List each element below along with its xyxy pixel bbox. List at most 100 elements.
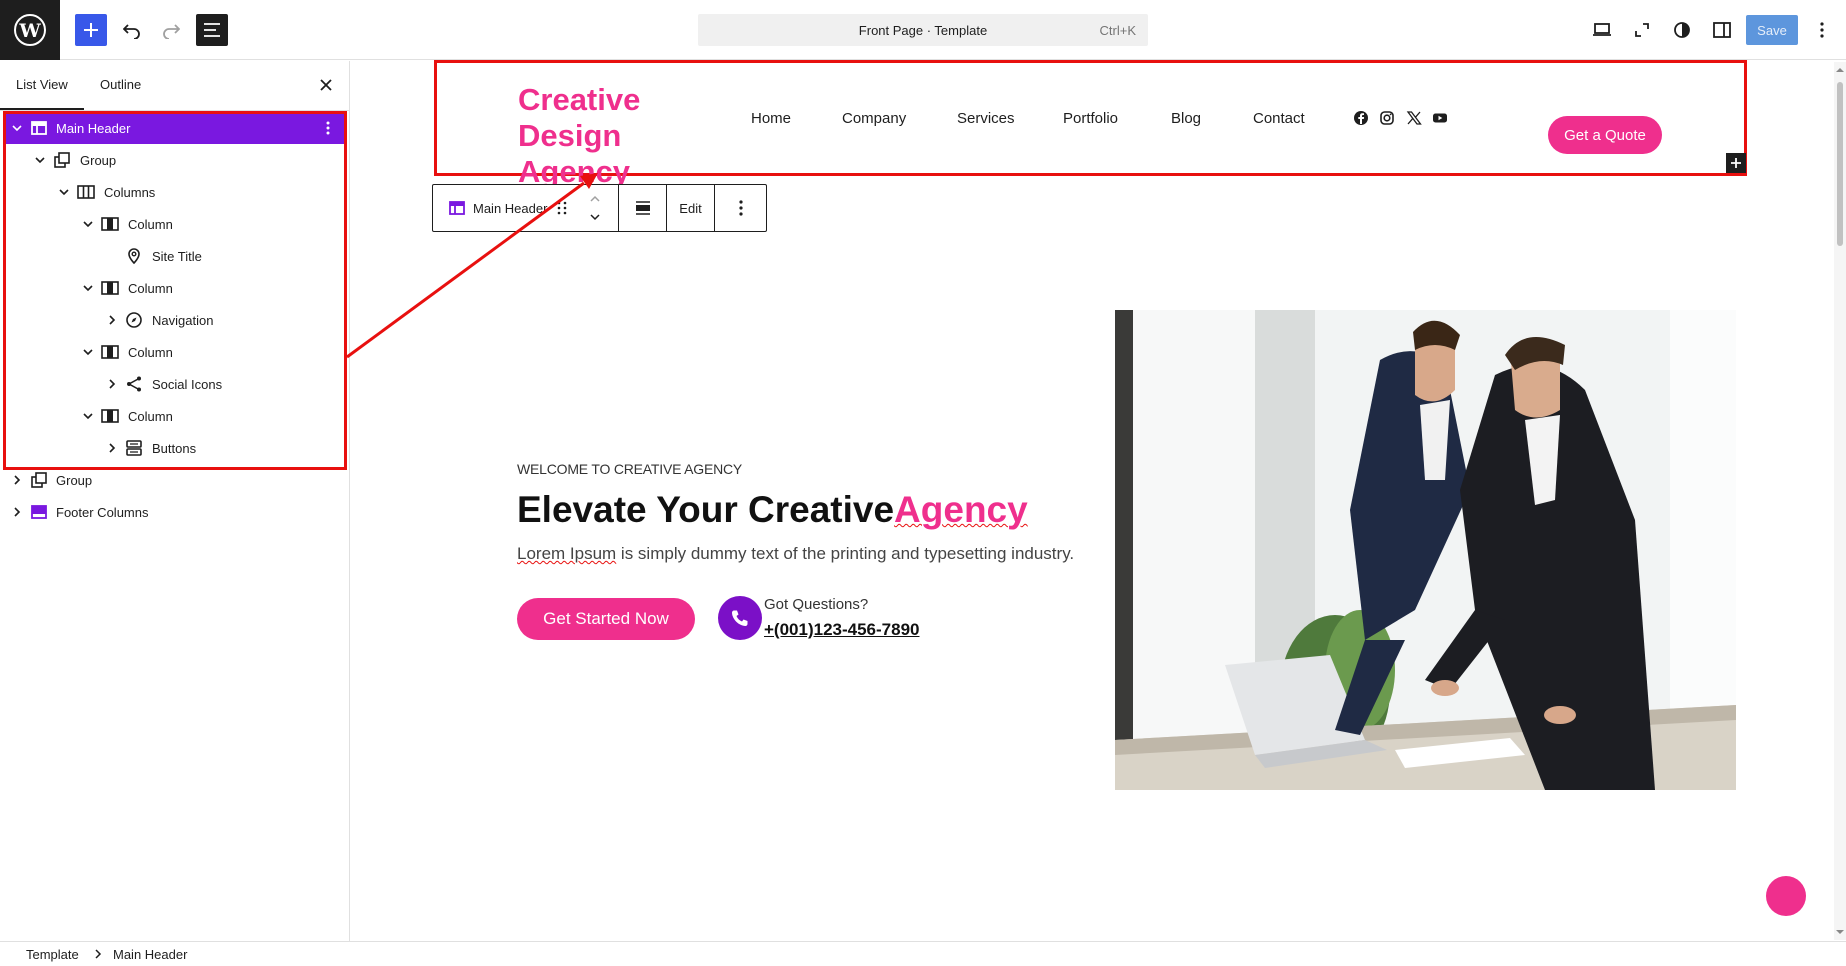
tree-item-site-title[interactable]: Site Title: [6, 240, 344, 272]
tab-list-view[interactable]: List View: [16, 77, 68, 92]
tree-item-group[interactable]: Group: [6, 464, 344, 496]
tree-item-group[interactable]: Group: [6, 144, 344, 176]
get-quote-button[interactable]: Get a Quote: [1548, 116, 1662, 154]
tab-outline[interactable]: Outline: [100, 77, 141, 92]
options-button[interactable]: [1806, 14, 1838, 46]
chevron-down-icon[interactable]: [81, 281, 95, 295]
svg-text:W: W: [18, 20, 41, 42]
plus-icon: [1731, 158, 1741, 168]
undo-button[interactable]: [116, 14, 148, 46]
save-button[interactable]: Save: [1746, 15, 1798, 45]
styles-button[interactable]: [1666, 14, 1698, 46]
tree-item-social-icons[interactable]: Social Icons: [6, 368, 344, 400]
tree-item-label: Column: [128, 281, 173, 296]
settings-sidebar-button[interactable]: [1706, 14, 1738, 46]
nav-link-services[interactable]: Services: [957, 110, 1015, 127]
canvas-scrollbar[interactable]: [1834, 62, 1846, 940]
tree-item-column[interactable]: Column: [6, 336, 344, 368]
edit-button[interactable]: Edit: [667, 185, 715, 231]
facebook-icon[interactable]: [1353, 110, 1369, 126]
chevron-right-icon[interactable]: [10, 473, 24, 487]
desktop-icon: [1593, 23, 1611, 36]
tree-item-columns[interactable]: Columns: [6, 176, 344, 208]
map-pin-icon: [128, 248, 140, 265]
nav-link-blog[interactable]: Blog: [1171, 110, 1201, 127]
tree-item-label: Group: [80, 153, 117, 168]
wordpress-logo-button[interactable]: W: [0, 0, 60, 60]
scrollbar-thumb[interactable]: [1837, 82, 1843, 246]
tree-item-navigation[interactable]: Navigation: [6, 304, 344, 336]
chevron-right-icon[interactable]: [105, 313, 119, 327]
get-started-button[interactable]: Get Started Now: [517, 598, 695, 640]
chevron-right-icon[interactable]: [105, 377, 119, 391]
align-button[interactable]: [619, 185, 667, 231]
chevron-down-icon[interactable]: [10, 121, 24, 135]
breadcrumb-template[interactable]: Template: [26, 947, 79, 962]
floating-action-button[interactable]: [1766, 876, 1806, 916]
hero-photo-two-businessmen[interactable]: [1115, 310, 1736, 790]
tree-item-label: Main Header: [56, 121, 131, 136]
chevron-right-icon[interactable]: [10, 505, 24, 519]
drag-handle-icon[interactable]: [555, 200, 569, 216]
plus-icon: [84, 23, 98, 37]
scroll-down-arrow-icon[interactable]: [1836, 928, 1844, 936]
chevron-down-icon[interactable]: [81, 345, 95, 359]
shortcut-hint: Ctrl+K: [1099, 23, 1136, 38]
block-options-button[interactable]: [715, 185, 767, 231]
close-sidebar-button[interactable]: [316, 75, 336, 95]
phone-number-link[interactable]: +(001)123-456-7890: [764, 620, 919, 640]
block-toolbar: Main Header Edit: [432, 184, 767, 232]
chevron-down-icon[interactable]: [81, 217, 95, 231]
chevron-down-icon[interactable]: [33, 153, 47, 167]
chevron-right-icon[interactable]: [105, 441, 119, 455]
chevron-down-icon[interactable]: [589, 212, 601, 222]
tree-item-label: Column: [128, 345, 173, 360]
list-view-sidebar: List View Outline Main Header Group Colu…: [0, 61, 350, 941]
preview-device-button[interactable]: [1586, 14, 1618, 46]
block-inserter-button[interactable]: [75, 14, 107, 46]
chevron-down-icon[interactable]: [57, 185, 71, 199]
phone-icon: [732, 610, 748, 626]
instagram-icon[interactable]: [1379, 110, 1395, 126]
tree-item-column[interactable]: Column: [6, 272, 344, 304]
more-vertical-icon: [739, 200, 743, 216]
tree-item-column[interactable]: Column: [6, 208, 344, 240]
tree-item-column[interactable]: Column: [6, 400, 344, 432]
redo-button[interactable]: [155, 14, 187, 46]
youtube-icon[interactable]: [1432, 110, 1448, 126]
tree-item-label: Group: [56, 473, 93, 488]
columns-icon: [77, 185, 95, 199]
column-icon: [101, 409, 119, 423]
tree-item-label: Column: [128, 217, 173, 232]
wordpress-icon: W: [14, 14, 46, 46]
command-palette-button[interactable]: Front Page · Template Ctrl+K: [698, 14, 1148, 46]
tree-item-label: Column: [128, 409, 173, 424]
select-parent-block-button[interactable]: Main Header: [433, 185, 619, 231]
nav-link-company[interactable]: Company: [842, 110, 906, 127]
tree-item-label: Social Icons: [152, 377, 223, 392]
tree-item-footer-columns[interactable]: Footer Columns: [6, 496, 344, 528]
document-overview-button[interactable]: [196, 14, 228, 46]
site-title[interactable]: Creative Design Agency: [518, 82, 738, 190]
compass-icon: [126, 312, 142, 328]
nav-link-contact[interactable]: Contact: [1253, 110, 1305, 127]
more-vertical-icon[interactable]: [320, 120, 336, 136]
hero-heading-main: Elevate Your Creative: [517, 489, 895, 530]
hero-heading: Elevate Your CreativeAgency: [517, 489, 1028, 531]
tree-item-label: Buttons: [152, 441, 197, 456]
active-tab-indicator: [0, 108, 84, 110]
x-icon[interactable]: [1406, 110, 1422, 126]
tree-item-main-header[interactable]: Main Header: [6, 112, 344, 144]
fullscreen-button[interactable]: [1626, 14, 1658, 46]
fullscreen-icon: [1635, 23, 1649, 37]
chevron-up-icon[interactable]: [589, 194, 601, 204]
scroll-up-arrow-icon[interactable]: [1836, 66, 1844, 74]
nav-link-home[interactable]: Home: [751, 110, 791, 127]
block-appender-button[interactable]: [1726, 153, 1746, 173]
hero-eyebrow: WELCOME TO CREATIVE AGENCY: [517, 461, 743, 477]
column-icon: [101, 281, 119, 295]
share-icon: [127, 376, 141, 392]
tree-item-buttons[interactable]: Buttons: [6, 432, 344, 464]
nav-link-portfolio[interactable]: Portfolio: [1063, 110, 1118, 127]
chevron-down-icon[interactable]: [81, 409, 95, 423]
